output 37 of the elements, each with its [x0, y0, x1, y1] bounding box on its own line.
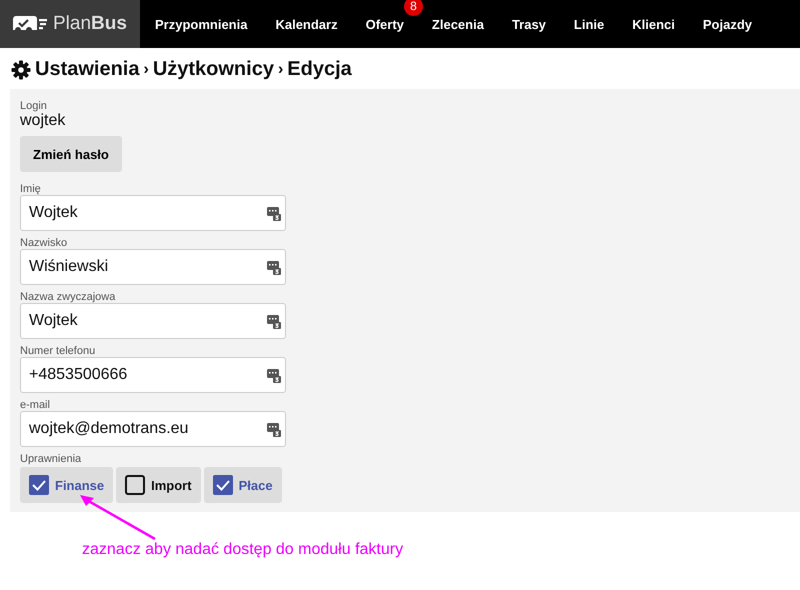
field-label: Imię [20, 183, 42, 195]
nav-link[interactable]: Zlecenia [432, 16, 484, 32]
field-label: Nazwa zwyczajowa [20, 291, 116, 303]
permission-toggle[interactable]: Import [116, 467, 201, 503]
nav-link[interactable]: Linie [574, 16, 604, 32]
breadcrumb-item: › [143, 60, 149, 78]
checked-checkbox-icon[interactable] [212, 475, 233, 495]
change-password-button[interactable]: Zmień hasło [20, 136, 122, 172]
nav-link[interactable]: Przypomnienia [155, 16, 248, 32]
field-label: Numer telefonu [20, 345, 96, 357]
breadcrumb-item: Ustawienia [35, 58, 140, 81]
notification-badge: 8 [404, 0, 423, 16]
checkbox-icon[interactable] [125, 475, 146, 495]
logo-text: PlanBus [53, 13, 127, 35]
input-field[interactable]: Wiśniewski [20, 249, 286, 285]
input-field[interactable]: Wojtek [20, 303, 286, 339]
field-label: Uprawnienia [20, 453, 82, 465]
input-field[interactable]: +4853500666 [20, 357, 286, 393]
nav-link[interactable]: Klienci [632, 16, 675, 32]
field-label: e-mail [20, 399, 51, 411]
field-label: Nazwisko [20, 237, 68, 249]
permission-toggle[interactable]: Płace [204, 467, 282, 503]
nav-link[interactable]: Kalendarz [275, 16, 338, 32]
login-value: wojtek [20, 112, 66, 130]
breadcrumb-item: › [278, 60, 284, 78]
checked-checkbox-icon[interactable] [29, 475, 49, 495]
field-label: Login [20, 100, 48, 112]
nav-link[interactable]: Trasy [512, 16, 546, 32]
settings-icon [11, 60, 31, 80]
logo-area[interactable]: PlanBus [0, 0, 140, 48]
input-field[interactable]: Wojtek [20, 195, 286, 231]
permission-toggle[interactable]: Finanse [20, 467, 114, 503]
breadcrumb-item: Edycja [287, 58, 352, 81]
nav-link[interactable]: Pojazdy [702, 16, 752, 32]
annotation-text: zaznacz aby nadać dostęp do modułu faktury [82, 541, 404, 559]
input-field[interactable]: wojtek@demotrans.eu [20, 411, 286, 447]
breadcrumb-item: Użytkownicy [152, 58, 274, 81]
